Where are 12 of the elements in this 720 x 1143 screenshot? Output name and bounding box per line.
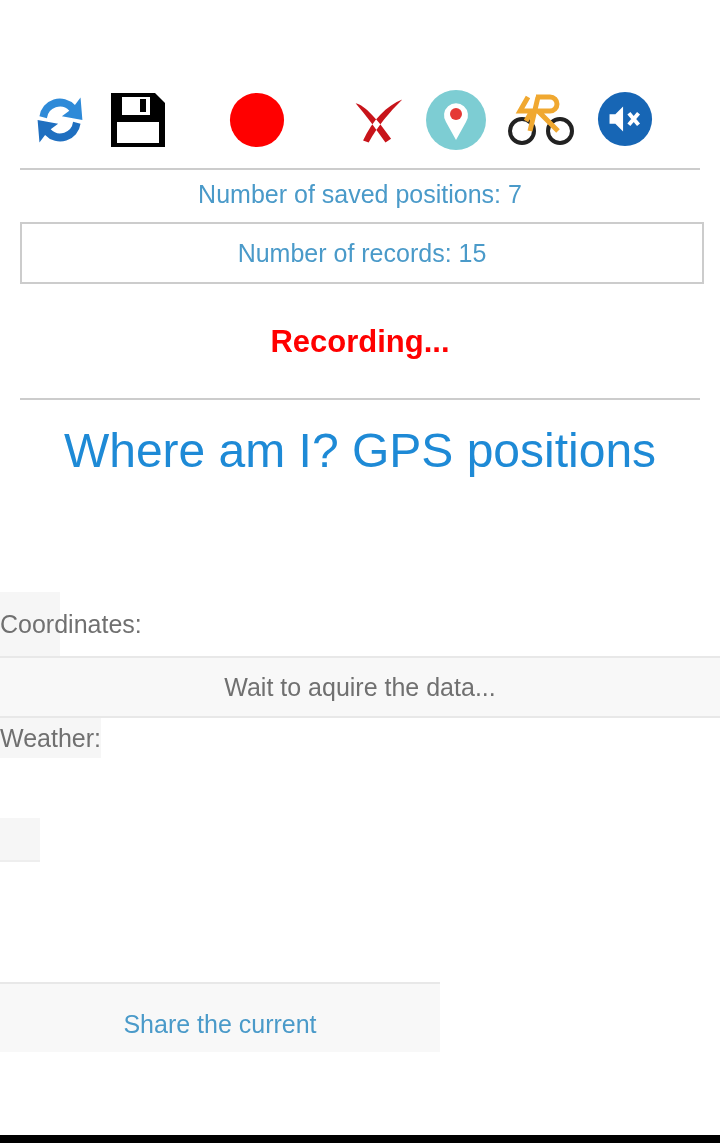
weather-label: Weather: <box>0 718 101 758</box>
save-icon[interactable] <box>108 90 168 150</box>
coordinates-value: Wait to aquire the data... <box>0 656 720 718</box>
coordinates-label: Coordinates: <box>0 592 142 656</box>
bicycle-icon[interactable] <box>508 93 574 147</box>
saved-positions-count: Number of saved positions: 7 <box>197 180 523 209</box>
page-heading: Where am I? GPS positions <box>62 423 658 479</box>
share-button[interactable]: Share the current <box>0 982 440 1052</box>
record-icon[interactable] <box>228 91 286 149</box>
recording-status: Recording... <box>269 324 451 360</box>
records-count: Number of records: 15 <box>20 222 704 284</box>
map-pin-icon[interactable] <box>426 90 486 150</box>
